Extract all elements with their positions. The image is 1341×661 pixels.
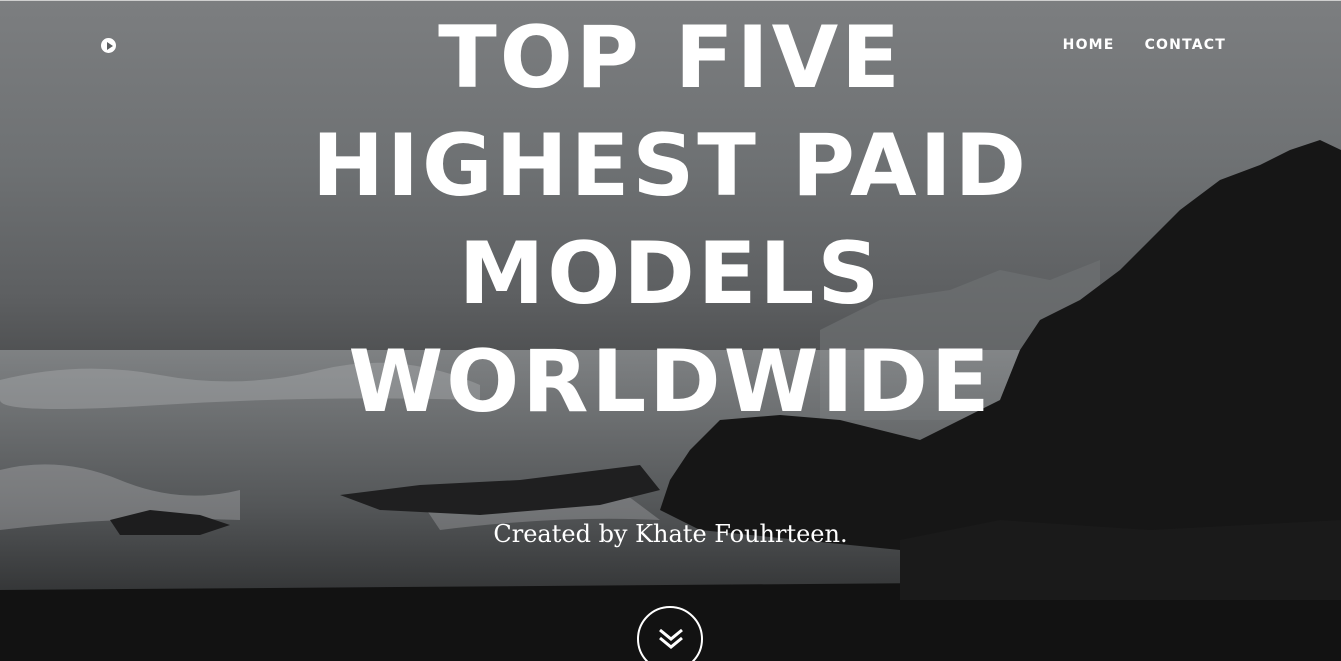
page-title: TOP FIVE HIGHEST PAID MODELS WORLDWIDE — [0, 4, 1341, 436]
title-line-4: WORLDWIDE — [348, 332, 993, 432]
title-line-1: TOP FIVE — [438, 8, 903, 108]
double-chevron-down-icon — [659, 628, 683, 649]
title-line-3: MODELS — [458, 224, 883, 324]
title-line-2: HIGHEST PAID — [312, 116, 1029, 216]
hero-subtitle: Created by Khate Fouhrteen. — [493, 520, 848, 548]
hero-section: HOME CONTACT TOP FIVE HIGHEST PAID MODEL… — [0, 0, 1341, 661]
top-border — [0, 0, 1341, 1]
